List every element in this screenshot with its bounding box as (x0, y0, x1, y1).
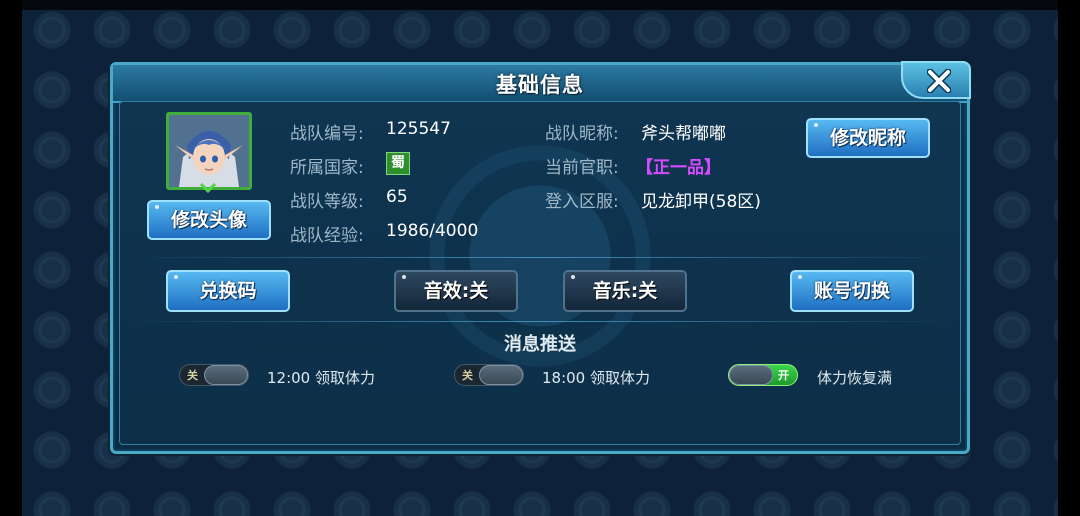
change-avatar-button[interactable]: 修改头像 (147, 200, 271, 240)
toggle-knob (729, 365, 773, 385)
change-nickname-button[interactable]: 修改昵称 (806, 118, 930, 158)
chevron-down-icon (200, 183, 216, 193)
server-value: 见龙卸甲(58区) (641, 192, 761, 212)
dialog-title: 基础信息 (496, 73, 584, 97)
divider (130, 257, 950, 258)
music-button[interactable]: 音乐:关 (563, 270, 687, 312)
push-label-stamina-full: 体力恢复满 (817, 369, 893, 387)
push-section-title: 消息推送 (504, 334, 576, 355)
push-label-noon: 12:00 领取体力 (267, 369, 375, 387)
rank-value: 【正一品】 (636, 158, 721, 178)
toggle-state: 关 (462, 369, 473, 382)
close-button[interactable] (901, 61, 971, 99)
nation-label: 所属国家: (290, 158, 364, 178)
hero-portrait-icon (169, 115, 249, 187)
dialog-titlebar: 基础信息 (113, 61, 971, 103)
push-toggle-noon[interactable]: 关 (179, 364, 249, 386)
redeem-code-button[interactable]: 兑换码 (166, 270, 290, 312)
toggle-state: 关 (187, 369, 198, 382)
server-label: 登入区服: (545, 192, 619, 212)
nickname-label: 战队昵称: (545, 124, 619, 144)
close-icon (927, 69, 951, 93)
team-exp-label: 战队经验: (290, 226, 364, 246)
toggle-state: 开 (778, 369, 789, 382)
toggle-knob (479, 365, 523, 385)
divider (130, 321, 950, 322)
top-bar (22, 0, 1058, 10)
nickname-value: 斧头帮嘟嘟 (641, 124, 726, 144)
rank-label: 当前官职: (545, 158, 619, 178)
team-exp-value: 1986/4000 (386, 221, 479, 241)
push-label-evening: 18:00 领取体力 (542, 369, 650, 387)
team-id-label: 战队编号: (290, 124, 364, 144)
push-toggle-evening[interactable]: 关 (454, 364, 524, 386)
toggle-knob (204, 365, 248, 385)
team-level-value: 65 (386, 187, 408, 207)
nation-badge: 蜀 (386, 152, 410, 175)
sound-effect-button[interactable]: 音效:关 (394, 270, 518, 312)
team-id-value: 125547 (386, 119, 451, 139)
push-toggle-stamina-full[interactable]: 开 (728, 364, 798, 386)
switch-account-button[interactable]: 账号切换 (790, 270, 914, 312)
avatar[interactable] (166, 112, 252, 190)
team-level-label: 战队等级: (290, 192, 364, 212)
